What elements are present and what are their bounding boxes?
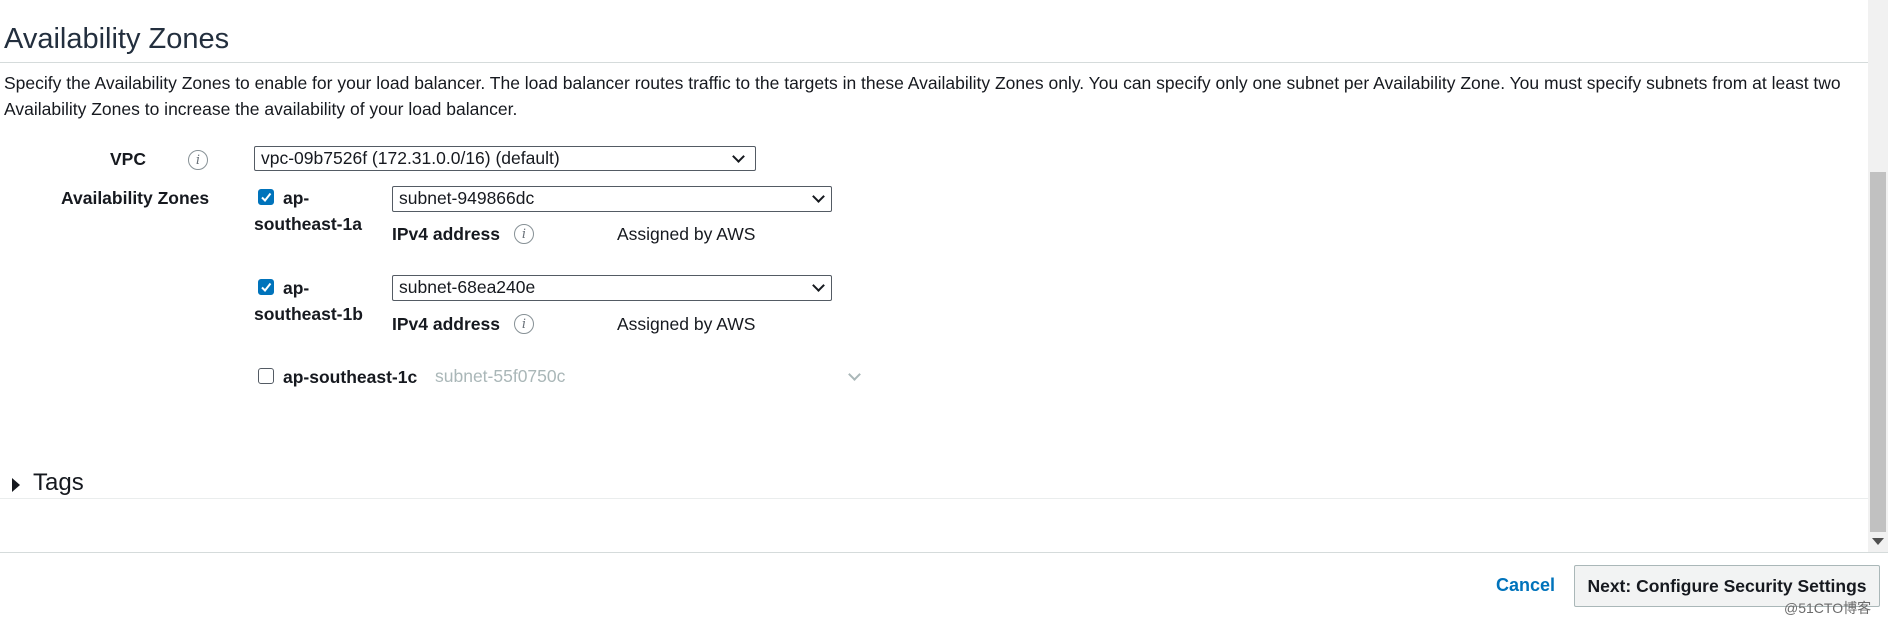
chevron-down-icon [812,279,825,292]
section-title: Availability Zones [4,23,230,55]
zone-1a-name-cont: southeast-1a [254,214,362,234]
zone-1c-name: ap-southeast-1c [283,367,418,387]
info-icon[interactable]: i [514,314,534,334]
zone-1c-subnet-value: subnet-55f0750c [435,366,566,386]
zone-1b-subnet-select[interactable]: subnet-68ea240e [392,275,832,301]
scrollbar-thumb[interactable] [1870,172,1886,532]
scroll-down-arrow-icon[interactable] [1872,538,1884,545]
tags-toggle[interactable]: Tags [33,469,84,497]
zone-1b-name: ap- [283,278,310,298]
vpc-select[interactable]: vpc-09b7526f (172.31.0.0/16) (default) [254,146,756,171]
zone-1c-subnet-select: subnet-55f0750c [428,364,868,390]
vpc-select-value: vpc-09b7526f (172.31.0.0/16) (default) [261,148,560,168]
zone-1a-name: ap- [283,188,310,208]
section-divider [0,62,1868,63]
cancel-button[interactable]: Cancel [1496,575,1555,596]
caret-right-icon[interactable] [12,478,20,492]
zone-1b-ipv4-value: Assigned by AWS [617,314,756,334]
zone-1b-name-cont: southeast-1b [254,304,363,324]
zone-1a-checkbox[interactable] [258,189,274,205]
chevron-down-icon [848,368,861,381]
availability-zones-label: Availability Zones [61,188,210,208]
vpc-label: VPC [110,149,146,169]
tags-divider [0,498,1868,499]
zone-1a-subnet-value: subnet-949866dc [399,188,535,208]
zone-1b-ipv4-label: IPv4 address [392,314,500,334]
watermark: @51CTO博客 [1784,600,1872,616]
check-icon [261,282,272,293]
section-description: Specify the Availability Zones to enable… [4,73,1841,119]
info-icon[interactable]: i [188,150,208,170]
zone-1a-ipv4-label: IPv4 address [392,224,500,244]
chevron-down-icon [812,190,825,203]
zone-1b-subnet-value: subnet-68ea240e [399,277,536,297]
zone-1c-checkbox[interactable] [258,368,274,384]
zone-1a-subnet-select[interactable]: subnet-949866dc [392,186,832,212]
zone-1a-ipv4-value: Assigned by AWS [617,224,756,244]
info-icon[interactable]: i [514,224,534,244]
footer-divider [0,552,1888,553]
chevron-down-icon [732,150,745,163]
check-icon [261,192,272,203]
zone-1b-checkbox[interactable] [258,279,274,295]
